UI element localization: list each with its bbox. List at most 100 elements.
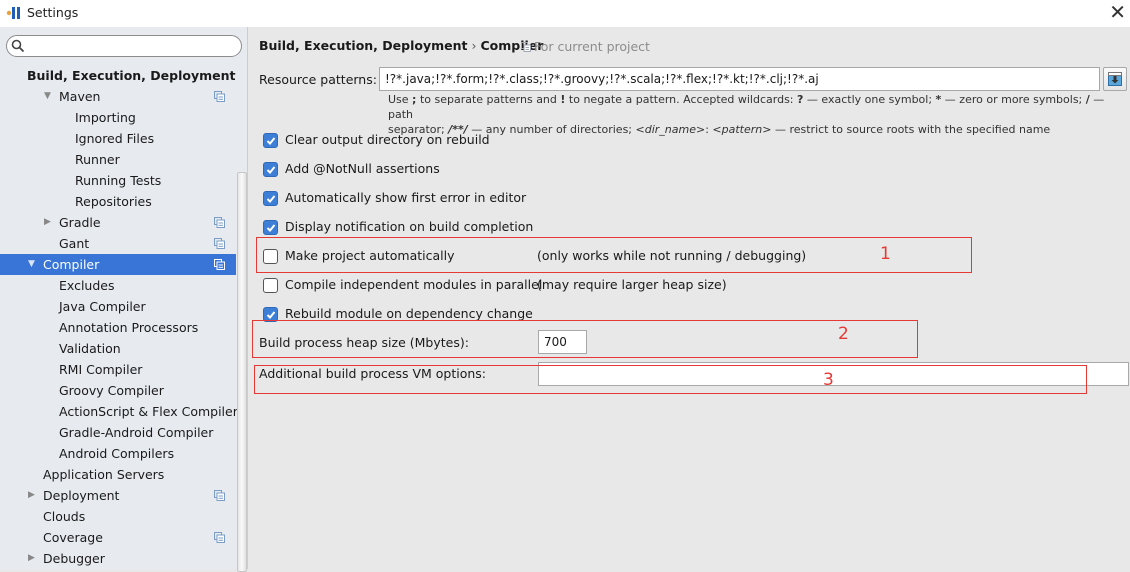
collapse-arrow-icon[interactable]: ▶: [28, 548, 38, 569]
expand-icon: [1108, 72, 1122, 86]
breadcrumb-separator: ›: [471, 38, 477, 53]
checkbox-label[interactable]: Clear output directory on rebuild: [285, 132, 490, 147]
sidebar-item-label: Build, Execution, Deployment: [27, 68, 236, 83]
checkbox-label[interactable]: Rebuild module on dependency change: [285, 306, 533, 321]
sidebar-item-label: Clouds: [43, 509, 86, 524]
resource-patterns-input[interactable]: !?*.java;!?*.form;!?*.class;!?*.groovy;!…: [379, 67, 1100, 91]
sidebar-item-label: Ignored Files: [75, 131, 155, 146]
resource-patterns-label: Resource patterns:: [259, 72, 377, 87]
settings-sidebar: Build, Execution, Deployment ▼ Maven Import…: [0, 27, 248, 572]
sidebar-item[interactable]: Excludes: [0, 275, 236, 296]
breadcrumb: Build, Execution, Deployment › Compiler: [259, 38, 543, 53]
sidebar-item-label: Runner: [75, 152, 120, 167]
project-scope-icon: [521, 42, 531, 52]
checkmark-icon: [266, 137, 276, 145]
sidebar-item-label: RMI Compiler: [59, 362, 143, 377]
checkbox[interactable]: [263, 162, 278, 177]
checkbox-label[interactable]: Automatically show first error in editor: [285, 190, 526, 205]
checkbox[interactable]: [263, 133, 278, 148]
collapse-arrow-icon[interactable]: ▶: [44, 212, 54, 233]
sidebar-item-label: Gant: [59, 236, 90, 251]
close-icon[interactable]: ✕: [1109, 1, 1126, 23]
checkbox-label[interactable]: Compile independent modules in parallel: [285, 277, 542, 292]
sidebar-item-label: Repositories: [75, 194, 152, 209]
expand-arrow-icon[interactable]: ▼: [44, 86, 54, 107]
checkbox-label[interactable]: Display notification on build completion: [285, 219, 533, 234]
sidebar-item[interactable]: ▼ Compiler: [0, 254, 236, 275]
annotation-box-2: [252, 320, 918, 358]
checkbox-label[interactable]: Add @NotNull assertions: [285, 161, 440, 176]
project-level-icon: [214, 490, 225, 501]
sidebar-item[interactable]: Runner: [0, 149, 236, 170]
expand-arrow-icon[interactable]: ▼: [28, 254, 38, 275]
sidebar-item[interactable]: Repositories: [0, 191, 236, 212]
sidebar-item-label: Application Servers: [43, 467, 165, 482]
sidebar-item[interactable]: Groovy Compiler: [0, 380, 236, 401]
annotation-number-1: 1: [880, 244, 891, 264]
sidebar-item[interactable]: Validation: [0, 338, 236, 359]
annotation-number-2: 2: [838, 324, 849, 344]
sidebar-item-label: Maven: [59, 89, 101, 104]
sidebar-item-label: Importing: [75, 110, 136, 125]
sidebar-item[interactable]: Coverage: [0, 527, 236, 548]
sidebar-item-label: Android Compilers: [59, 446, 175, 461]
intellij-icon: [6, 5, 22, 21]
project-level-icon: [214, 217, 225, 228]
compiler-settings-panel: Build, Execution, Deployment › Compiler Fo…: [249, 27, 1130, 569]
checkmark-icon: [266, 166, 276, 174]
checkbox[interactable]: [263, 220, 278, 235]
breadcrumb-parent[interactable]: Build, Execution, Deployment: [259, 38, 467, 53]
annotation-box-1: [256, 237, 972, 273]
resource-patterns-help: Use ; to separate patterns and ! to nega…: [388, 93, 1105, 136]
sidebar-item[interactable]: Importing: [0, 107, 236, 128]
title-bar: Settings ✕: [0, 0, 1130, 27]
sidebar-item[interactable]: Gant: [0, 233, 236, 254]
sidebar-item[interactable]: ▶ Gradle: [0, 212, 236, 233]
sidebar-item[interactable]: RMI Compiler: [0, 359, 236, 380]
sidebar-item[interactable]: ▶ Deployment: [0, 485, 236, 506]
checkmark-icon: [266, 224, 276, 232]
sidebar-item-label: Excludes: [59, 278, 115, 293]
collapse-arrow-icon[interactable]: ▶: [28, 485, 38, 506]
sidebar-item[interactable]: Application Servers: [0, 464, 236, 485]
checkmark-icon: [266, 311, 276, 319]
checkmark-icon: [266, 195, 276, 203]
checkbox[interactable]: [263, 278, 278, 293]
project-level-icon: [214, 238, 225, 249]
sidebar-item-label: ActionScript & Flex Compiler: [59, 404, 238, 419]
annotation-box-3: [254, 365, 1087, 394]
sidebar-item[interactable]: Ignored Files: [0, 128, 236, 149]
sidebar-item-label: Running Tests: [75, 173, 162, 188]
sidebar-item[interactable]: Android Compilers: [0, 443, 236, 464]
sidebar-item[interactable]: ActionScript & Flex Compiler: [0, 401, 238, 422]
sidebar-item-label: Java Compiler: [59, 299, 146, 314]
sidebar-item-label: Gradle: [59, 215, 101, 230]
sidebar-item[interactable]: Build, Execution, Deployment: [0, 65, 236, 86]
sidebar-item[interactable]: ▶ Debugger: [0, 548, 236, 569]
sidebar-item-label: Gradle-Android Compiler: [59, 425, 214, 440]
search-input[interactable]: [6, 35, 242, 57]
sidebar-item[interactable]: Annotation Processors: [0, 317, 236, 338]
project-level-icon: [214, 259, 225, 270]
sidebar-item-label: Annotation Processors: [59, 320, 199, 335]
project-level-icon: [214, 91, 225, 102]
sidebar-item[interactable]: ▼ Maven: [0, 86, 236, 107]
sidebar-item[interactable]: Java Compiler: [0, 296, 236, 317]
sidebar-item-label: Coverage: [43, 530, 103, 545]
sidebar-item[interactable]: Running Tests: [0, 170, 236, 191]
expand-field-button[interactable]: [1103, 67, 1127, 91]
checkbox[interactable]: [263, 191, 278, 206]
scope-indicator: For current project: [521, 39, 650, 54]
checkbox-note: (may require larger heap size): [537, 277, 727, 292]
sidebar-item[interactable]: Gradle-Android Compiler: [0, 422, 236, 443]
sidebar-item[interactable]: Clouds: [0, 506, 236, 527]
sidebar-item-label: Deployment: [43, 488, 120, 503]
sidebar-item-label: Debugger: [43, 551, 105, 566]
project-level-icon: [214, 532, 225, 543]
sidebar-scrollbar[interactable]: [237, 172, 247, 572]
sidebar-item-label: Validation: [59, 341, 121, 356]
sidebar-item-label: Groovy Compiler: [59, 383, 164, 398]
window-title: Settings: [27, 5, 79, 20]
annotation-number-3: 3: [823, 370, 834, 390]
scope-label: For current project: [534, 39, 650, 54]
